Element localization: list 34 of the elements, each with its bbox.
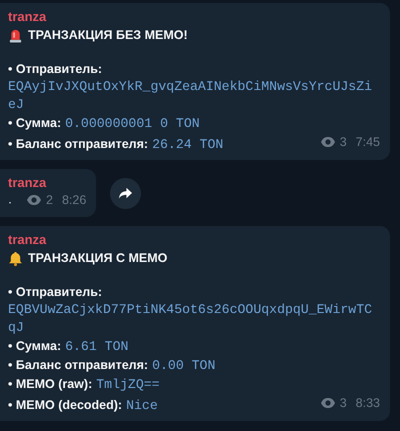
message-title: ТРАНЗАКЦИЯ БЕЗ МЕМО! xyxy=(28,28,188,42)
field-value: 6.61 TON xyxy=(65,338,128,356)
author-name: tranza xyxy=(8,174,48,191)
message-text: · xyxy=(8,194,12,211)
bell-icon xyxy=(8,250,23,266)
view-count: 2 xyxy=(46,192,53,209)
view-count: 3 xyxy=(340,134,347,151)
field-label: • Отправитель: xyxy=(8,61,102,78)
field-label: • Отправитель: xyxy=(8,284,102,301)
field-label: • MEMO (raw): xyxy=(8,376,92,393)
view-count: 3 xyxy=(340,395,347,412)
views-icon xyxy=(320,136,336,148)
field-label: • MEMO (decoded): xyxy=(8,397,122,414)
field-value: 26.24 TON xyxy=(152,136,224,154)
field-value: TmljZQ== xyxy=(96,376,160,394)
message-time: 8:26 xyxy=(62,192,86,209)
field-value: Nice xyxy=(126,397,158,415)
field-label: • Баланс отправителя: xyxy=(8,357,148,374)
field-value: 0.00 TON xyxy=(152,357,216,375)
views-icon xyxy=(320,397,336,409)
author-name: tranza xyxy=(8,231,48,248)
address-value: EQAyjIvJXQutOxYkR_gvqZeaAINekbCiMNwsVsYrcUJsZieJ xyxy=(8,78,372,114)
message-time: 7:45 xyxy=(356,134,380,151)
message-title: ТРАНЗАКЦИЯ С МЕМО xyxy=(28,251,168,265)
field-value: 0.000000001 0 TON xyxy=(65,115,200,133)
message-time: 8:33 xyxy=(356,395,380,412)
share-button[interactable] xyxy=(110,178,142,208)
forward-icon xyxy=(118,186,134,200)
address-value: EQBVUwZaCjxkD77PtiNK45ot6s26cOOUqxdpqU_EWirwTCqJ xyxy=(8,301,372,337)
field-label: • Сумма: xyxy=(8,338,62,355)
views-icon xyxy=(26,194,42,206)
field-label: • Баланс отправителя: xyxy=(8,136,148,153)
field-label: • Сумма: xyxy=(8,115,62,132)
author-name: tranza xyxy=(8,8,48,25)
